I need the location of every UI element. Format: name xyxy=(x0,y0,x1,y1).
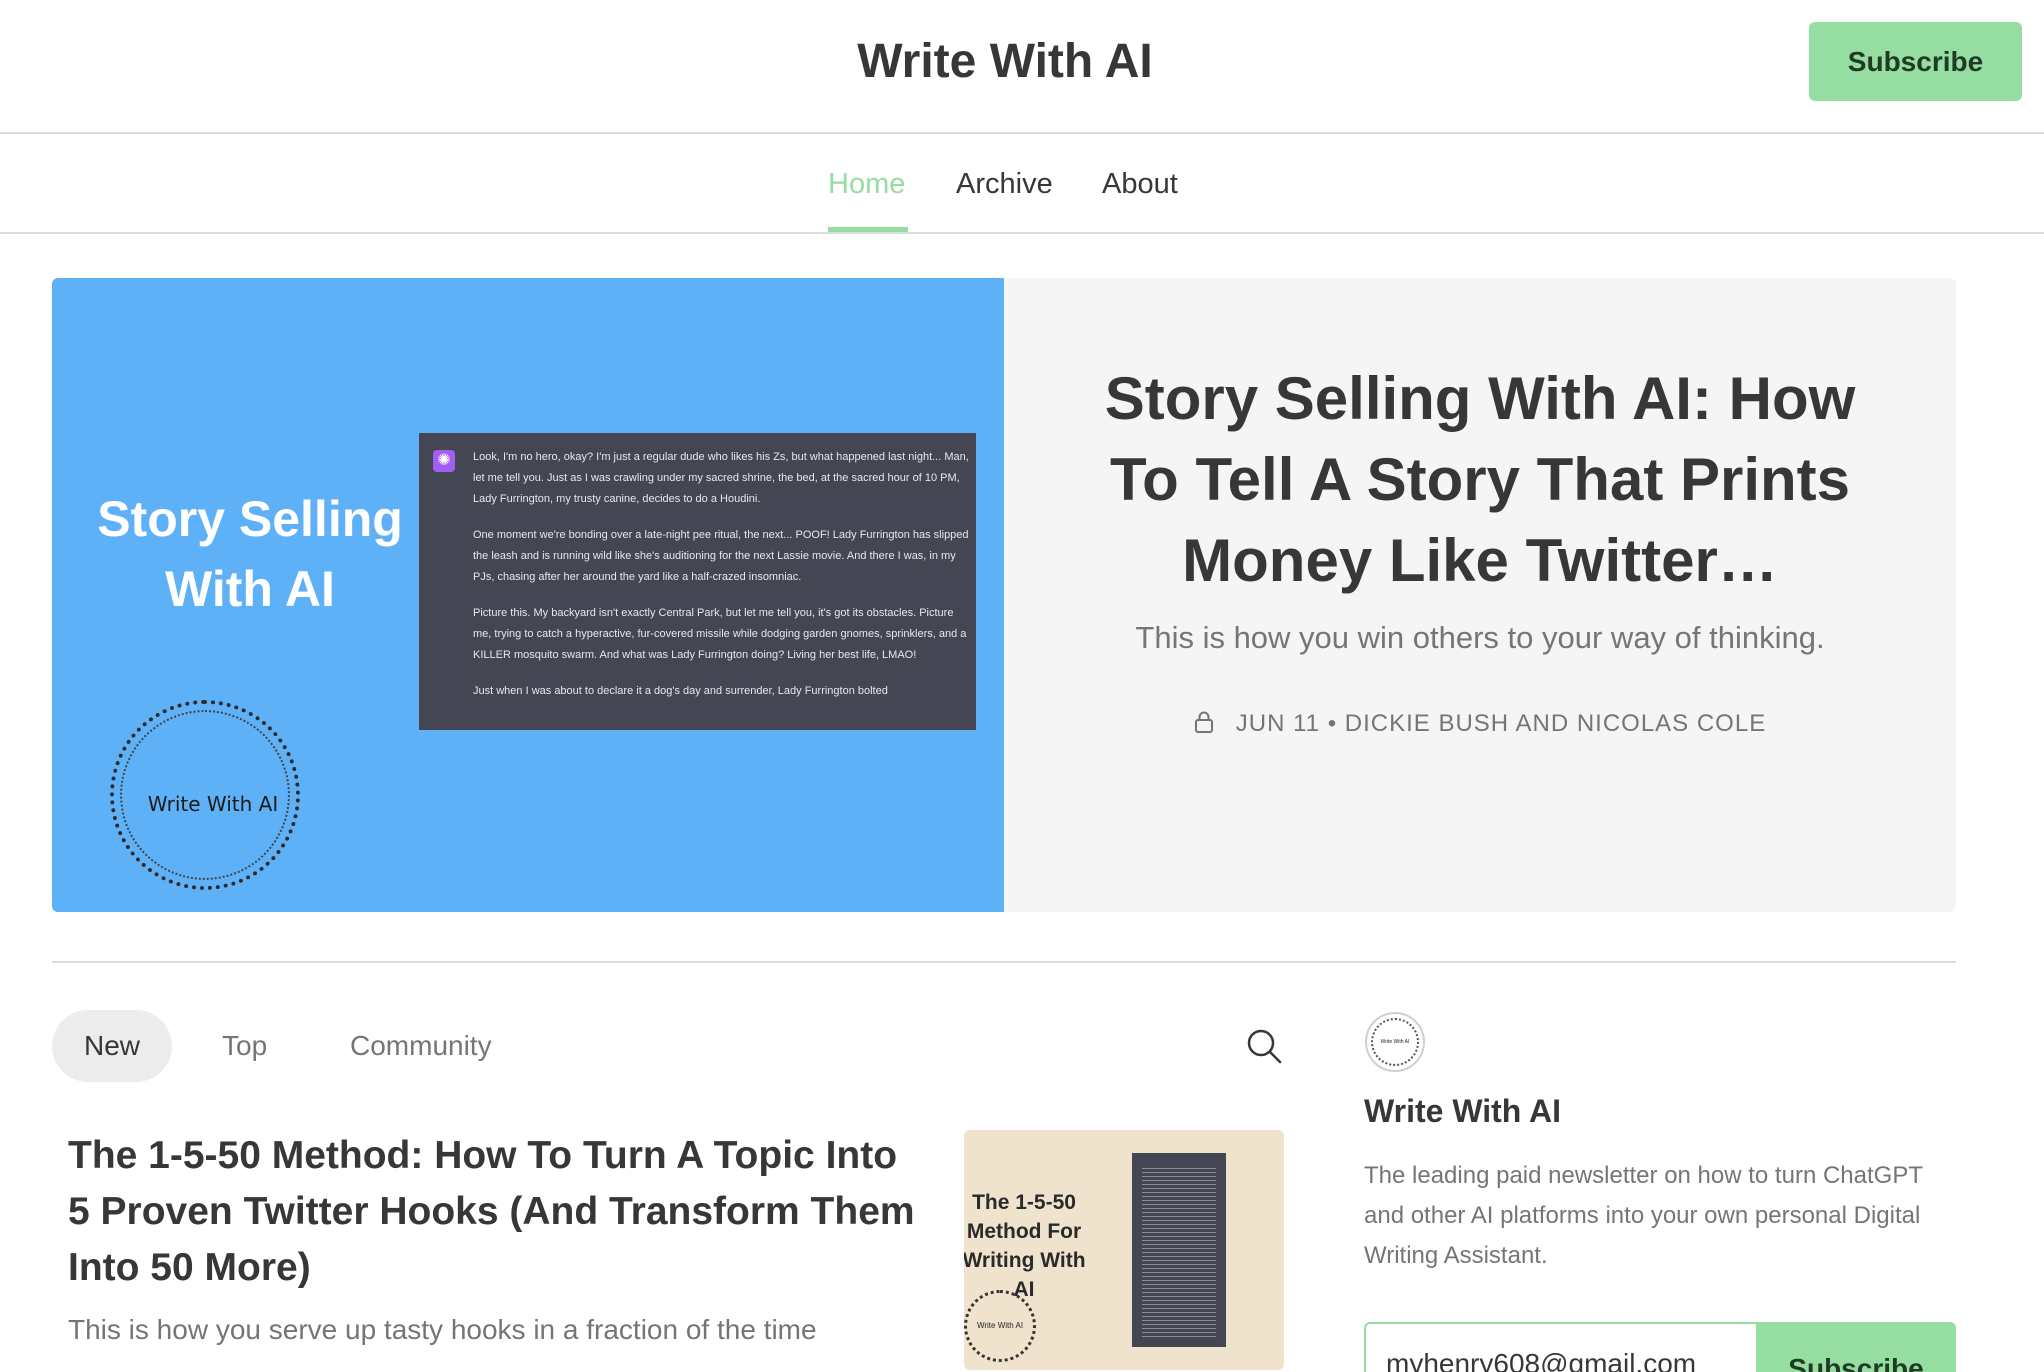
nav-home[interactable]: Home xyxy=(828,168,905,201)
nav-archive[interactable]: Archive xyxy=(956,168,1053,201)
thumbnail-text-lines xyxy=(1142,1165,1216,1337)
publication-logo: Write With AI xyxy=(110,700,300,890)
featured-post-subtitle: This is how you win others to your way o… xyxy=(1135,620,1825,655)
featured-post-meta: JUN 11 • DICKIE BUSH AND NICOLAS COLE xyxy=(1004,710,1956,738)
post-title[interactable]: The 1-5-50 Method: How To Turn A Topic I… xyxy=(68,1128,928,1296)
featured-post[interactable]: Story Selling With AI ✺ Look, I'm no her… xyxy=(52,278,1956,912)
main-nav: Home Archive About xyxy=(0,134,2044,234)
sidebar-subscribe-button[interactable]: Subscribe xyxy=(1756,1322,1956,1372)
logo-ring: Write With AI xyxy=(120,710,290,880)
lock-icon xyxy=(1194,711,1213,733)
site-header: Write With AI Subscribe xyxy=(0,0,2044,134)
nav-active-indicator xyxy=(828,227,908,232)
chat-paragraph: One moment we're bonding over a late-nig… xyxy=(473,529,969,583)
chat-screenshot: ✺ Look, I'm no hero, okay? I'm just a re… xyxy=(419,433,976,730)
image-title: Story Selling With AI xyxy=(97,491,403,617)
chat-paragraph: Just when I was about to declare it a do… xyxy=(473,685,888,697)
featured-post-title[interactable]: Story Selling With AI: How To Tell A Sto… xyxy=(1074,358,1886,601)
publication-description: The leading paid newsletter on how to tu… xyxy=(1364,1162,1923,1269)
publication-name[interactable]: Write With AI xyxy=(1364,1093,1561,1130)
post-date-authors: JUN 11 • DICKIE BUSH AND NICOLAS COLE xyxy=(1235,710,1767,737)
section-divider xyxy=(52,961,1956,963)
site-title[interactable]: Write With AI xyxy=(0,34,2010,89)
nav-about[interactable]: About xyxy=(1102,168,1178,201)
thumbnail-title: The 1-5-50 Method For Writing With AI xyxy=(964,1191,1086,1301)
chat-paragraph: Picture this. My backyard isn't exactly … xyxy=(473,607,967,661)
search-icon[interactable] xyxy=(1245,1027,1283,1065)
chatgpt-icon: ✺ xyxy=(433,450,455,472)
post-thumbnail[interactable]: The 1-5-50 Method For Writing With AI Wr… xyxy=(964,1130,1284,1370)
featured-post-body: Story Selling With AI: How To Tell A Sto… xyxy=(1004,278,1956,912)
avatar-logo: Write With AI xyxy=(1371,1018,1419,1066)
thumbnail-logo: Write With AI xyxy=(964,1290,1036,1362)
featured-post-image[interactable]: Story Selling With AI ✺ Look, I'm no her… xyxy=(52,278,1004,912)
chat-text: Look, I'm no hero, okay? I'm just a regu… xyxy=(473,447,973,717)
thumbnail-chat-screenshot xyxy=(1132,1153,1226,1347)
tab-community[interactable]: Community xyxy=(318,1010,524,1082)
tab-new[interactable]: New xyxy=(52,1010,173,1082)
subscribe-button[interactable]: Subscribe xyxy=(1809,22,2022,101)
post-subtitle: This is how you serve up tasty hooks in … xyxy=(68,1314,817,1345)
email-field[interactable]: myhenry608@gmail.com xyxy=(1364,1322,1756,1372)
logo-text: Write With AI xyxy=(147,792,279,816)
chat-paragraph: Look, I'm no hero, okay? I'm just a regu… xyxy=(473,451,969,505)
tab-top[interactable]: Top xyxy=(190,1010,299,1082)
publication-avatar[interactable]: Write With AI xyxy=(1365,1012,1425,1072)
